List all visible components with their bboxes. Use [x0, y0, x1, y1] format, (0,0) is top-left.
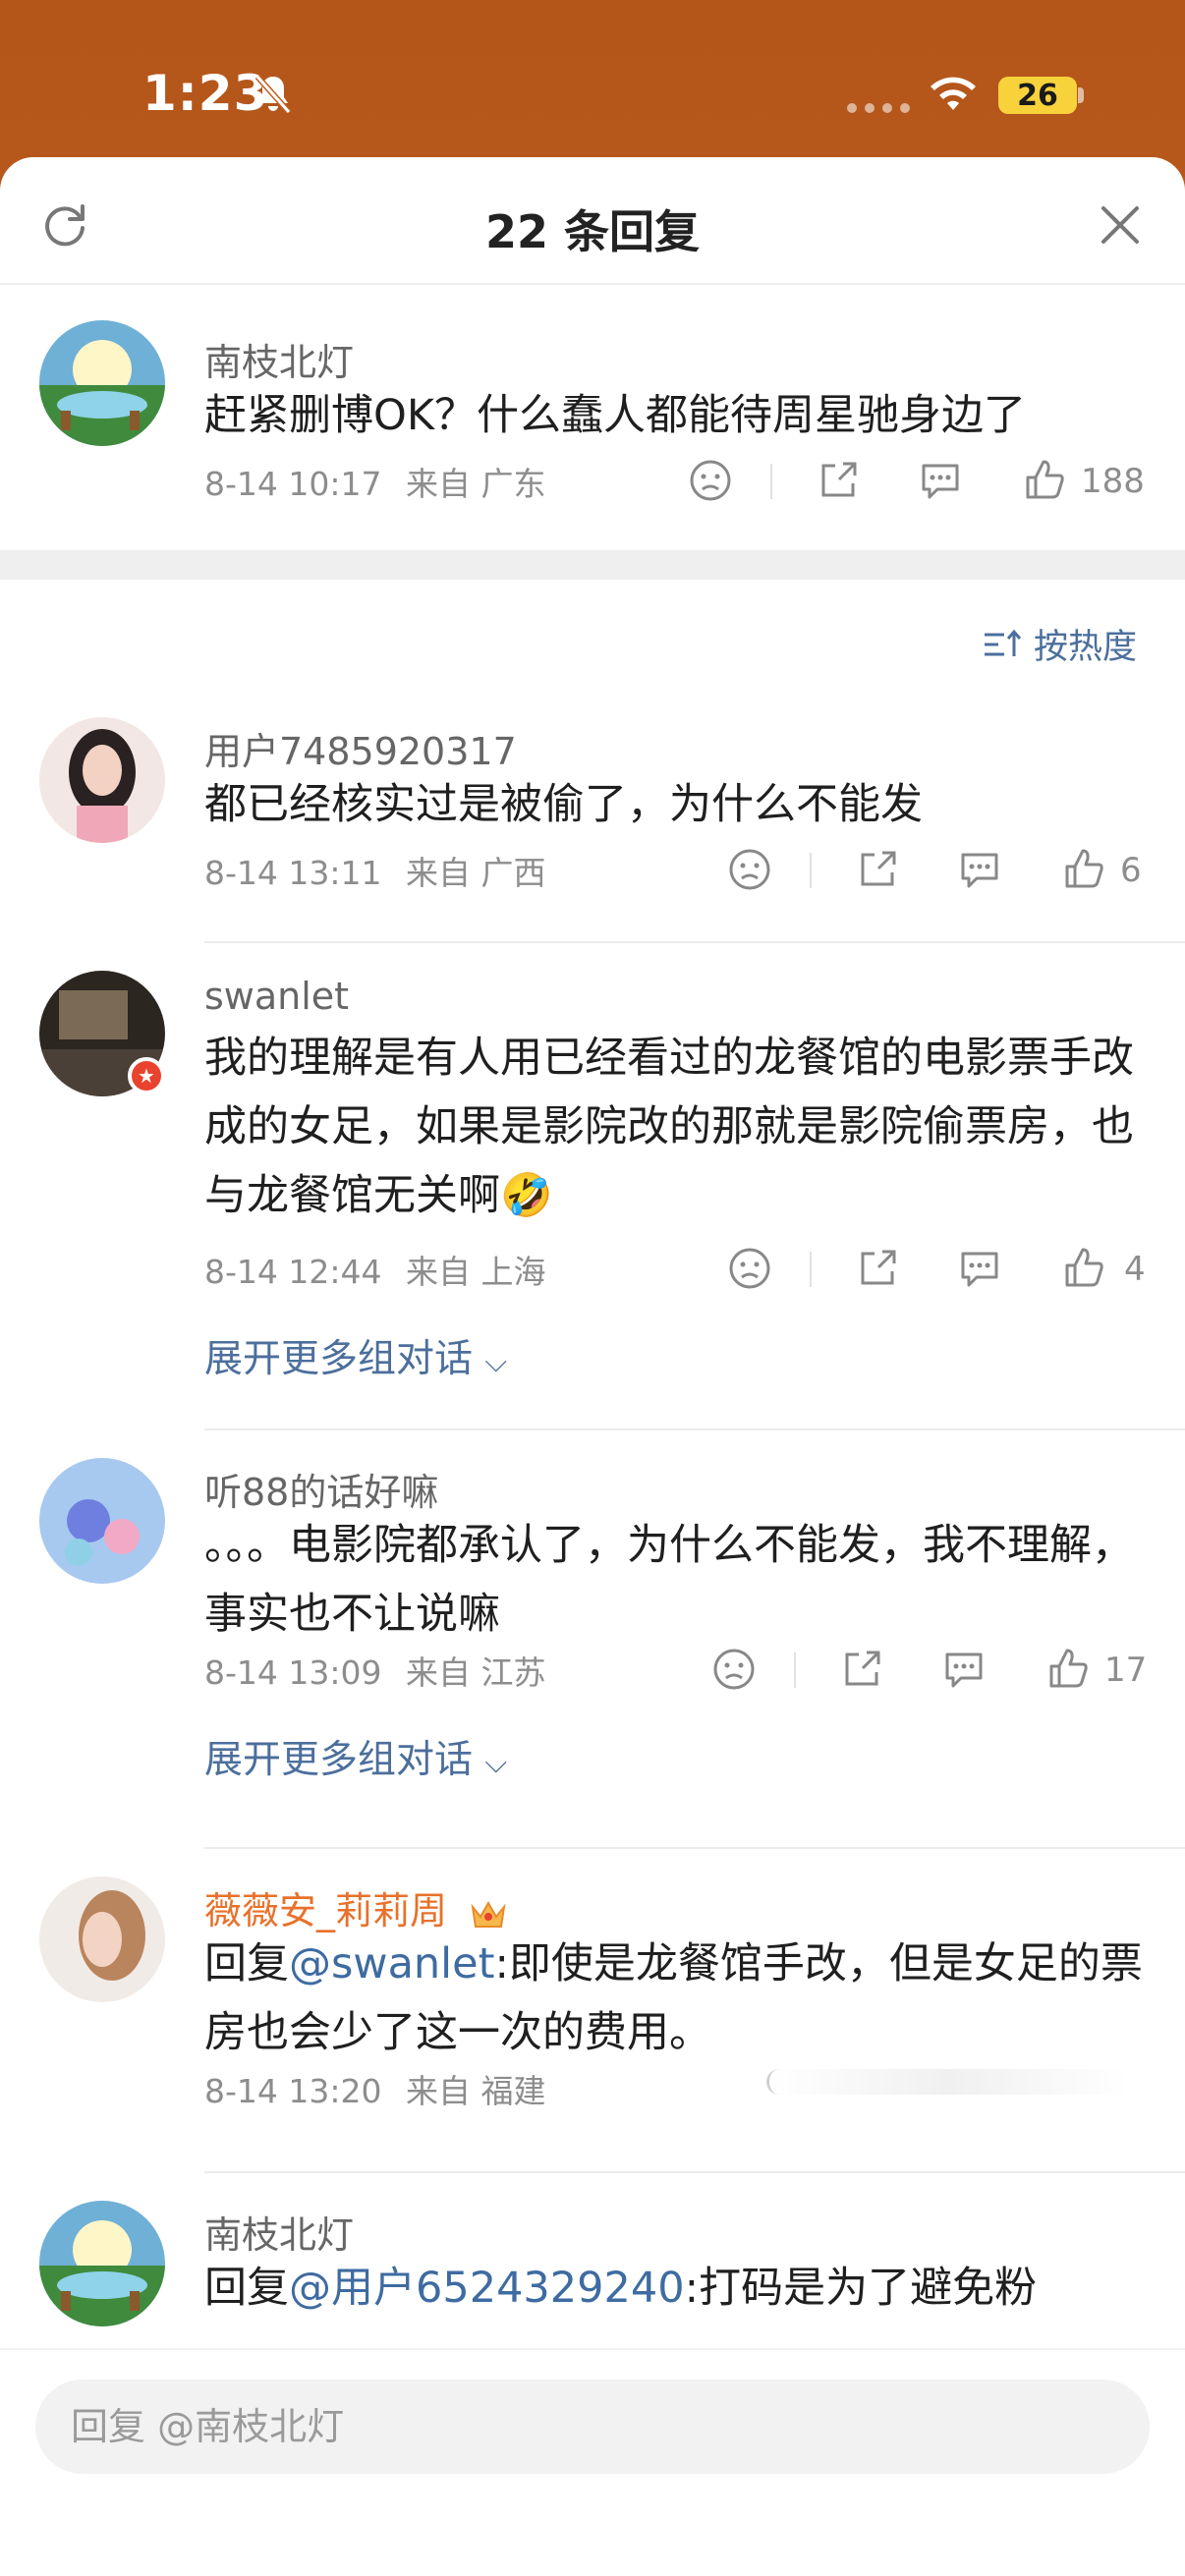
reply-input[interactable] [35, 2380, 1150, 2474]
comment-body: :打码是为了避免粉 [684, 2264, 1038, 2313]
sheet-title: 22 条回复 [484, 205, 701, 258]
sort-button[interactable]: 按热度 [983, 619, 1137, 669]
row-divider [204, 1847, 1185, 1849]
comment-meta: 8-14 13:11 来自 广西 [204, 847, 546, 894]
comment-text: 。。。电影院都承认了，为什么不能发，我不理解，事实也不让说嘛 [204, 1521, 1134, 1639]
loading-placeholder [766, 2069, 1130, 2095]
wifi-icon [931, 77, 976, 110]
dislike-icon[interactable] [711, 1647, 757, 1692]
comment-date: 8-14 10:17 [204, 465, 382, 503]
battery-tip [1078, 87, 1084, 103]
like-icon[interactable] [1045, 1647, 1091, 1692]
comment-meta: 8-14 13:20 来自 福建 [204, 2065, 546, 2112]
main-comment: 南枝北灯 赶紧删博OK？什么蠢人都能待周星驰身边了 8-14 10:17 来自 … [0, 285, 1185, 560]
expand-conversation-link[interactable]: 展开更多组对话 ⌵ [204, 1328, 507, 1383]
status-time: 1:23 [142, 65, 269, 122]
close-icon[interactable] [1096, 200, 1145, 250]
comment-meta: 8-14 13:09 来自 江苏 [204, 1647, 546, 1694]
comment-text: 回复@swanlet:即使是龙餐馆手改，但是女足的票房也会少了这一次的费用。 [204, 1930, 1148, 2067]
comment-icon[interactable] [957, 1246, 1002, 1291]
expand-label: 展开更多组对话 [204, 1337, 474, 1381]
section-divider [0, 550, 1185, 580]
comment-icon[interactable] [941, 1647, 987, 1692]
sort-label: 按热度 [1034, 628, 1138, 667]
share-icon[interactable] [816, 458, 861, 503]
vip-badge: ★ [128, 1057, 165, 1094]
dislike-icon[interactable] [727, 1246, 772, 1291]
comment-location: 来自 广西 [406, 854, 546, 892]
comment-location: 来自 福建 [406, 2072, 546, 2110]
comment-location: 来自 上海 [406, 1253, 546, 1291]
like-count: 4 [1124, 1250, 1146, 1289]
signal-dots [847, 103, 910, 113]
comment-actions: 188 [688, 458, 1150, 507]
like-icon[interactable] [1022, 458, 1067, 503]
chevron-down-icon: ⌵ [484, 1345, 508, 1379]
like-count: 17 [1104, 1651, 1148, 1690]
row-divider [204, 1428, 1185, 1430]
comment-icon[interactable] [918, 458, 963, 503]
comment-username[interactable]: 用户7485920317 [204, 721, 517, 775]
replies-sheet: 22 条回复 南枝北灯 赶紧删博OK？什么蠢人都能待周星驰身边了 8-14 10… [0, 157, 1185, 2576]
comment-meta: 8-14 10:17 来自 广东 [204, 458, 546, 505]
comment-text: 回复@用户6524329240:打码是为了避免粉 [204, 2254, 1148, 2323]
like-count: 6 [1120, 851, 1142, 890]
battery-indicator: 26 [998, 77, 1077, 114]
row-divider [204, 2171, 1185, 2173]
reply-prefix: 回复 [204, 2264, 289, 2313]
like-icon[interactable] [1061, 847, 1106, 892]
avatar[interactable] [39, 717, 165, 843]
bell-off-icon [254, 75, 292, 114]
comment-username[interactable]: swanlet [204, 975, 349, 1018]
like-icon[interactable] [1061, 1246, 1106, 1291]
username-label: 薇薇安_莉莉周 [204, 1889, 448, 1932]
comment-date: 8-14 13:11 [204, 854, 382, 892]
comment-icon[interactable] [957, 847, 1002, 892]
comment-body: 我的理解是有人用已经看过的龙餐馆的电影票手改成的女足，如果是影院改的那就是影院偷… [204, 1034, 1134, 1220]
comment-location: 来自 江苏 [406, 1653, 546, 1692]
comment-actions: 6 [727, 847, 1150, 896]
avatar[interactable] [39, 2201, 165, 2326]
sort-icon [985, 629, 1022, 656]
dislike-icon[interactable] [727, 847, 772, 892]
comment-text: 赶紧删博OK？什么蠢人都能待周星驰身边了 [204, 391, 1027, 440]
comment-date: 8-14 13:09 [204, 1653, 382, 1692]
comment-username[interactable]: 南枝北灯 [204, 2205, 354, 2259]
expand-label: 展开更多组对话 [204, 1738, 474, 1782]
avatar[interactable] [39, 1458, 165, 1584]
avatar[interactable] [39, 320, 165, 446]
expand-conversation-link[interactable]: 展开更多组对话 ⌵ [204, 1729, 507, 1784]
comment-text: 我的理解是有人用已经看过的龙餐馆的电影票手改成的女足，如果是影院改的那就是影院偷… [204, 1024, 1148, 1230]
reply-input-bar [0, 2348, 1185, 2576]
comment-location: 来自 广东 [406, 465, 546, 503]
mention-link[interactable]: @swanlet [289, 1939, 494, 1988]
reply-prefix: 回复 [204, 1939, 289, 1988]
status-bar: 1:23 26 [0, 0, 1185, 157]
avatar[interactable] [39, 1876, 165, 2002]
mention-link[interactable]: @用户6524329240 [289, 2264, 685, 2313]
comment-text: 都已经核实过是被偷了，为什么不能发 [204, 780, 923, 829]
comment-username[interactable]: 薇薇安_莉莉周 [204, 1880, 508, 1934]
comment-username[interactable]: 南枝北灯 [204, 332, 354, 386]
share-icon[interactable] [855, 1246, 900, 1291]
share-icon[interactable] [855, 847, 900, 892]
comment-date: 8-14 13:20 [204, 2072, 382, 2110]
comment-username[interactable]: 听88的话好嘛 [204, 1462, 438, 1516]
like-count: 188 [1081, 462, 1145, 501]
comment-actions: 17 [711, 1647, 1150, 1696]
row-divider [204, 941, 1185, 943]
laughing-emoji: 🤣 [500, 1171, 553, 1220]
dislike-icon[interactable] [688, 458, 733, 503]
reply-item: 南枝北灯 回复@用户6524329240:打码是为了避免粉 [0, 2193, 1185, 2348]
crown-icon [471, 1900, 506, 1928]
sheet-header: 22 条回复 [0, 157, 1185, 285]
share-icon[interactable] [839, 1647, 884, 1692]
chevron-down-icon: ⌵ [484, 1746, 508, 1780]
comment-meta: 8-14 12:44 来自 上海 [204, 1246, 546, 1293]
comment-date: 8-14 12:44 [204, 1253, 382, 1291]
comment-actions: 4 [727, 1246, 1150, 1295]
